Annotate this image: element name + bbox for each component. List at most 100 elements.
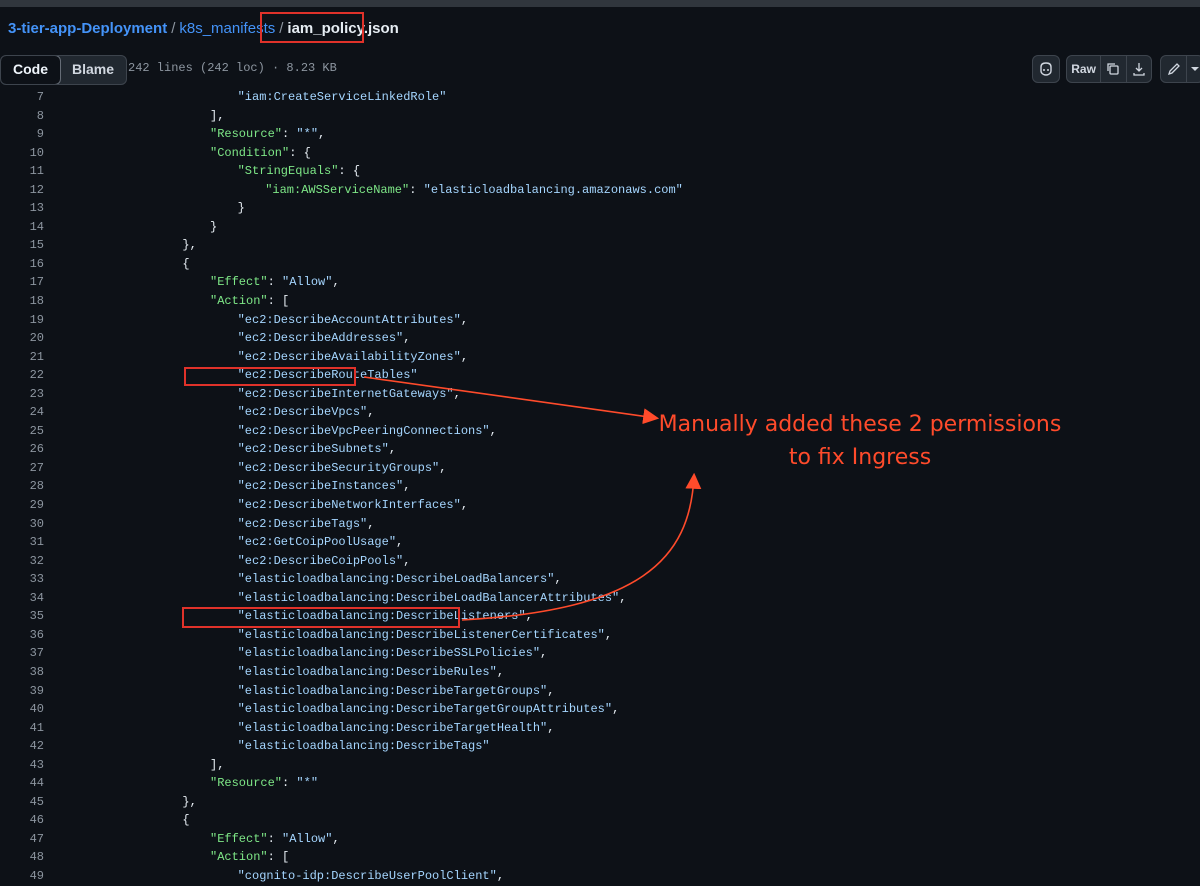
- code-text: "ec2:DescribeVpcPeeringConnections",: [238, 422, 497, 441]
- json-string: "ec2:DescribeTags": [237, 516, 368, 531]
- line-number[interactable]: 47: [0, 830, 44, 849]
- line-number[interactable]: 49: [0, 867, 44, 886]
- line-number[interactable]: 40: [0, 700, 44, 719]
- line-number[interactable]: 10: [0, 144, 44, 163]
- line-number[interactable]: 34: [0, 589, 44, 608]
- code-line: 20 "ec2:DescribeAddresses",: [0, 329, 1200, 348]
- line-number[interactable]: 22: [0, 366, 44, 385]
- json-punctuation: ,: [547, 683, 555, 698]
- json-punctuation: ,: [388, 442, 397, 457]
- json-punctuation: ,: [403, 479, 411, 494]
- json-punctuation: ,: [525, 609, 533, 624]
- edit-button[interactable]: [1161, 56, 1187, 82]
- code-text: "elasticloadbalancing:DescribeListenerCe…: [238, 626, 612, 645]
- line-number[interactable]: 30: [0, 515, 44, 534]
- code-line: 42 "elasticloadbalancing:DescribeTags": [0, 737, 1200, 756]
- line-number[interactable]: 26: [0, 440, 44, 459]
- json-string: "elasticloadbalancing:DescribeTags": [237, 739, 490, 754]
- line-number[interactable]: 39: [0, 682, 44, 701]
- line-number[interactable]: 33: [0, 570, 44, 589]
- json-punctuation: ,: [460, 498, 469, 513]
- code-text: "ec2:DescribeAddresses",: [238, 329, 411, 348]
- line-number[interactable]: 35: [0, 607, 44, 626]
- code-text: "elasticloadbalancing:DescribeTargetGrou…: [238, 682, 555, 701]
- json-punctuation: ,: [540, 646, 548, 661]
- line-number[interactable]: 27: [0, 459, 44, 478]
- json-punctuation: ,: [489, 423, 497, 438]
- file-info: 242 lines (242 loc) · 8.23 KB: [128, 61, 337, 75]
- line-number[interactable]: 43: [0, 756, 44, 775]
- copilot-button[interactable]: [1032, 55, 1060, 83]
- line-number[interactable]: 44: [0, 774, 44, 793]
- line-number[interactable]: 14: [0, 218, 44, 237]
- json-punctuation: ,: [318, 127, 326, 142]
- line-number[interactable]: 7: [0, 88, 44, 107]
- json-string: "ec2:DescribeAddresses": [237, 331, 404, 346]
- line-number[interactable]: 31: [0, 533, 44, 552]
- code-line: 41 "elasticloadbalancing:DescribeTargetHe…: [0, 719, 1200, 738]
- code-line: 9 "Resource": "*",: [0, 125, 1200, 144]
- raw-button[interactable]: Raw: [1067, 56, 1102, 82]
- code-line: 15},: [0, 236, 1200, 255]
- line-number[interactable]: 25: [0, 422, 44, 441]
- code-text: "iam:AWSServiceName": "elasticloadbalanc…: [265, 181, 683, 200]
- line-number[interactable]: 41: [0, 719, 44, 738]
- json-string: "*": [296, 776, 319, 791]
- line-number[interactable]: 16: [0, 255, 44, 274]
- code-text: "ec2:DescribeTags",: [238, 515, 375, 534]
- json-string: "ec2:DescribeInternetGateways": [237, 386, 454, 401]
- json-key: "Condition": [210, 145, 290, 160]
- json-punctuation: {: [182, 813, 190, 828]
- line-number[interactable]: 32: [0, 552, 44, 571]
- json-punctuation: ,: [460, 312, 469, 327]
- line-number[interactable]: 11: [0, 162, 44, 181]
- json-string: "elasticloadbalancing:DescribeRules": [237, 664, 497, 679]
- line-number[interactable]: 48: [0, 848, 44, 867]
- line-number[interactable]: 17: [0, 273, 44, 292]
- code-line: 48 "Action": [: [0, 848, 1200, 867]
- annotation-line-1: Manually added these 2 permissions: [658, 412, 1062, 437]
- json-string: "Allow": [282, 831, 333, 846]
- line-number[interactable]: 46: [0, 811, 44, 830]
- line-number[interactable]: 42: [0, 737, 44, 756]
- code-text: "Effect": "Allow",: [210, 273, 340, 292]
- edit-dropdown-button[interactable]: [1187, 56, 1200, 82]
- download-button[interactable]: [1127, 56, 1151, 82]
- copy-button[interactable]: [1101, 56, 1127, 82]
- line-number[interactable]: 21: [0, 348, 44, 367]
- line-number[interactable]: 9: [0, 125, 44, 144]
- line-number[interactable]: 13: [0, 199, 44, 218]
- line-number[interactable]: 18: [0, 292, 44, 311]
- code-text: "elasticloadbalancing:DescribeSSLPolicie…: [238, 644, 548, 663]
- line-number[interactable]: 12: [0, 181, 44, 200]
- annotation-line-2: to fix Ingress: [788, 445, 932, 470]
- line-number[interactable]: 8: [0, 107, 44, 126]
- line-number[interactable]: 15: [0, 236, 44, 255]
- line-number[interactable]: 37: [0, 644, 44, 663]
- line-number[interactable]: 24: [0, 403, 44, 422]
- code-line: 17 "Effect": "Allow",: [0, 273, 1200, 292]
- json-punctuation: ,: [439, 460, 447, 475]
- code-text: "ec2:DescribeCoipPools",: [238, 552, 411, 571]
- line-number[interactable]: 45: [0, 793, 44, 812]
- breadcrumb-repo-link[interactable]: 3-tier-app-Deployment: [8, 20, 167, 37]
- line-number[interactable]: 38: [0, 663, 44, 682]
- code-line: 14}: [0, 218, 1200, 237]
- code-line: 22 "ec2:DescribeRouteTables": [0, 366, 1200, 385]
- line-number[interactable]: 23: [0, 385, 44, 404]
- json-punctuation: ,: [332, 275, 340, 290]
- json-string: "elasticloadbalancing:DescribeSSLPolicie…: [237, 646, 541, 661]
- tab-code[interactable]: Code: [1, 56, 61, 84]
- line-number[interactable]: 28: [0, 477, 44, 496]
- code-line: 33 "elasticloadbalancing:DescribeLoadBala…: [0, 570, 1200, 589]
- json-punctuation: ,: [619, 590, 627, 605]
- line-number[interactable]: 29: [0, 496, 44, 515]
- json-key: "Action": [210, 850, 268, 865]
- line-number[interactable]: 19: [0, 311, 44, 330]
- line-number[interactable]: 20: [0, 329, 44, 348]
- code-line: 11 "StringEquals": {: [0, 162, 1200, 181]
- line-number[interactable]: 36: [0, 626, 44, 645]
- json-punctuation: ,: [547, 720, 555, 735]
- code-text: "elasticloadbalancing:DescribeLoadBalanc…: [238, 570, 562, 589]
- tab-blame[interactable]: Blame: [60, 56, 126, 84]
